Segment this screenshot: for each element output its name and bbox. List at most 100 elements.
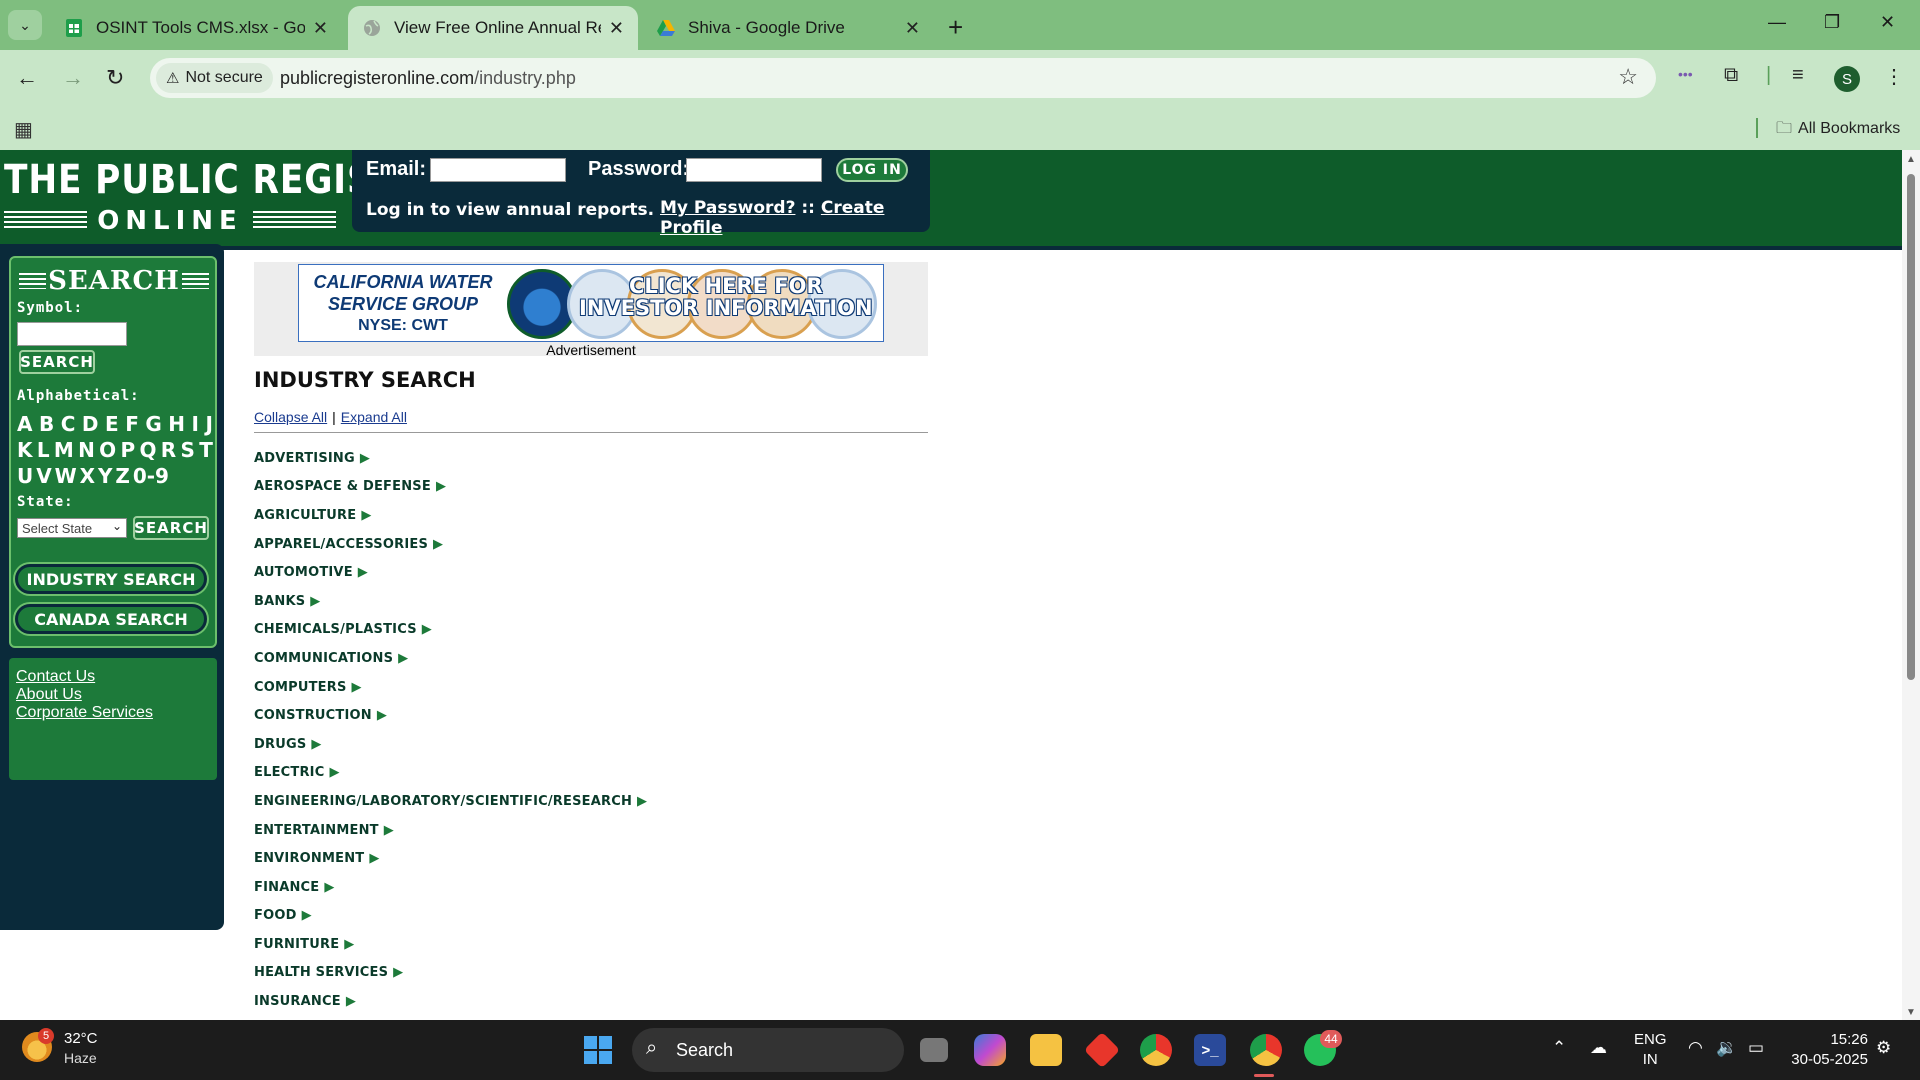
close-window-icon[interactable]: ✕: [1880, 12, 1895, 33]
chevron-up-icon[interactable]: ⌃: [1552, 1038, 1566, 1058]
alpha-letter-link[interactable]: N: [78, 438, 95, 462]
expand-arrow-icon[interactable]: ▶: [329, 765, 339, 780]
industry-item[interactable]: ELECTRIC ▶: [254, 759, 647, 788]
notification-icon[interactable]: ⚙: [1876, 1038, 1891, 1058]
industry-item[interactable]: ADVERTISING ▶: [254, 444, 647, 473]
alpha-letter-link[interactable]: B: [39, 412, 54, 436]
extension-dots-icon[interactable]: •••: [1678, 66, 1693, 82]
corporate-services-link[interactable]: Corporate Services: [16, 704, 210, 722]
alpha-letter-link[interactable]: J: [206, 412, 213, 436]
alpha-letter-link[interactable]: Z: [115, 464, 130, 488]
industry-item[interactable]: FINANCE ▶: [254, 873, 647, 902]
industry-item[interactable]: COMPUTERS ▶: [254, 673, 647, 702]
expand-arrow-icon[interactable]: ▶: [422, 622, 432, 637]
ad-banner[interactable]: CALIFORNIA WATER SERVICE GROUP NYSE: CWT…: [298, 264, 884, 342]
scroll-down-icon[interactable]: ▼: [1906, 1007, 1916, 1018]
canada-search-button[interactable]: CANADA SEARCH: [15, 604, 207, 634]
address-bar[interactable]: ⚠ Not secure publicregisteronline.com/in…: [150, 58, 1656, 98]
email-field[interactable]: [430, 158, 566, 182]
expand-arrow-icon[interactable]: ▶: [302, 908, 312, 923]
chrome-icon[interactable]: [1140, 1034, 1172, 1066]
industry-item[interactable]: BANKS ▶: [254, 587, 647, 616]
expand-arrow-icon[interactable]: ▶: [324, 880, 334, 895]
alpha-letter-link[interactable]: S: [181, 438, 195, 462]
tab-search-button[interactable]: ⌄: [8, 10, 42, 40]
windows-start-icon[interactable]: [582, 1034, 614, 1066]
alpha-letter-link[interactable]: A: [17, 412, 32, 436]
expand-arrow-icon[interactable]: ▶: [637, 794, 647, 809]
alpha-letter-link[interactable]: Y: [98, 464, 112, 488]
expand-arrow-icon[interactable]: ▶: [433, 537, 443, 552]
task-view-icon[interactable]: [920, 1038, 948, 1062]
alpha-letter-link[interactable]: P: [120, 438, 135, 462]
bookmark-star-icon[interactable]: ☆: [1618, 64, 1638, 90]
alpha-letter-link[interactable]: V: [36, 464, 51, 488]
industry-item[interactable]: COMMUNICATIONS ▶: [254, 644, 647, 673]
contact-us-link[interactable]: Contact Us: [16, 668, 210, 686]
url-text[interactable]: publicregisteronline.com/industry.php: [280, 68, 576, 89]
alpha-letter-link[interactable]: F: [125, 412, 139, 436]
puzzle-icon[interactable]: ⧉: [1724, 64, 1738, 87]
password-field[interactable]: [686, 158, 822, 182]
state-select[interactable]: Select State ⌄: [17, 518, 127, 538]
industry-item[interactable]: ENTERTAINMENT ▶: [254, 816, 647, 845]
onedrive-icon[interactable]: ☁: [1590, 1038, 1607, 1058]
about-us-link[interactable]: About Us: [16, 686, 210, 704]
menu-kebab-icon[interactable]: ⋮: [1884, 64, 1904, 89]
login-button[interactable]: LOG IN: [836, 158, 908, 182]
powershell-icon[interactable]: >_: [1194, 1034, 1226, 1066]
industry-item[interactable]: ENGINEERING/LABORATORY/SCIENTIFIC/RESEAR…: [254, 787, 647, 816]
app-diamond-icon[interactable]: [1083, 1031, 1121, 1069]
my-password-link[interactable]: My Password?: [660, 198, 795, 218]
alpha-letter-link[interactable]: I: [192, 412, 199, 436]
industry-item[interactable]: APPAREL/ACCESSORIES ▶: [254, 530, 647, 559]
copilot-icon[interactable]: [974, 1034, 1006, 1066]
volume-icon[interactable]: 🔉: [1716, 1038, 1737, 1058]
close-icon[interactable]: ✕: [905, 18, 920, 39]
tab-google-drive[interactable]: Shiva - Google Drive ✕: [642, 6, 934, 50]
expand-arrow-icon[interactable]: ▶: [346, 994, 356, 1009]
alpha-letter-link[interactable]: R: [161, 438, 176, 462]
reload-icon[interactable]: ↻: [106, 65, 124, 91]
alpha-letter-link[interactable]: C: [61, 412, 76, 436]
industry-item[interactable]: FURNITURE ▶: [254, 930, 647, 959]
close-icon[interactable]: ✕: [609, 18, 624, 39]
chrome-profile-icon[interactable]: [1250, 1034, 1282, 1066]
industry-item[interactable]: AEROSPACE & DEFENSE ▶: [254, 473, 647, 502]
profile-avatar[interactable]: S: [1834, 66, 1860, 92]
alpha-letter-link[interactable]: G: [145, 412, 161, 436]
expand-arrow-icon[interactable]: ▶: [361, 508, 371, 523]
industry-item[interactable]: HEALTH SERVICES ▶: [254, 959, 647, 988]
site-logo[interactable]: THE PUBLIC REGISTER ONLINE: [4, 156, 448, 242]
alpha-letter-link[interactable]: W: [55, 464, 77, 488]
industry-item[interactable]: INSURANCE ▶: [254, 987, 647, 1016]
back-arrow-icon[interactable]: ←: [16, 65, 38, 91]
alpha-letter-link[interactable]: T: [199, 438, 213, 462]
minimize-icon[interactable]: —: [1768, 12, 1786, 33]
alpha-letter-link[interactable]: X: [80, 464, 95, 488]
expand-arrow-icon[interactable]: ▶: [311, 737, 321, 752]
alpha-letter-link[interactable]: 0-9: [133, 464, 169, 488]
clock[interactable]: 15:26 30-05-2025: [1786, 1030, 1868, 1070]
restore-icon[interactable]: ❐: [1824, 12, 1840, 33]
expand-all-link[interactable]: Expand All: [341, 409, 407, 425]
temperature[interactable]: 32°C: [64, 1030, 98, 1047]
all-bookmarks-button[interactable]: 🗀 All Bookmarks: [1776, 117, 1900, 144]
expand-arrow-icon[interactable]: ▶: [352, 680, 362, 695]
alpha-letter-link[interactable]: H: [168, 412, 185, 436]
expand-arrow-icon[interactable]: ▶: [393, 965, 403, 980]
alpha-letter-link[interactable]: L: [37, 438, 50, 462]
symbol-input[interactable]: [17, 322, 127, 346]
alpha-letter-link[interactable]: K: [17, 438, 33, 462]
close-icon[interactable]: ✕: [313, 18, 328, 39]
taskbar-search[interactable]: ⌕ Search: [632, 1028, 904, 1072]
apps-grid-icon[interactable]: ▦: [14, 117, 33, 142]
expand-arrow-icon[interactable]: ▶: [369, 851, 379, 866]
expand-arrow-icon[interactable]: ▶: [398, 651, 408, 666]
file-explorer-icon[interactable]: [1030, 1034, 1062, 1066]
alpha-letter-link[interactable]: O: [99, 438, 116, 462]
battery-icon[interactable]: ▭: [1748, 1038, 1764, 1058]
scroll-up-icon[interactable]: ▲: [1906, 154, 1916, 165]
alpha-letter-link[interactable]: Q: [139, 438, 156, 462]
new-tab-plus-icon[interactable]: +: [948, 12, 963, 43]
